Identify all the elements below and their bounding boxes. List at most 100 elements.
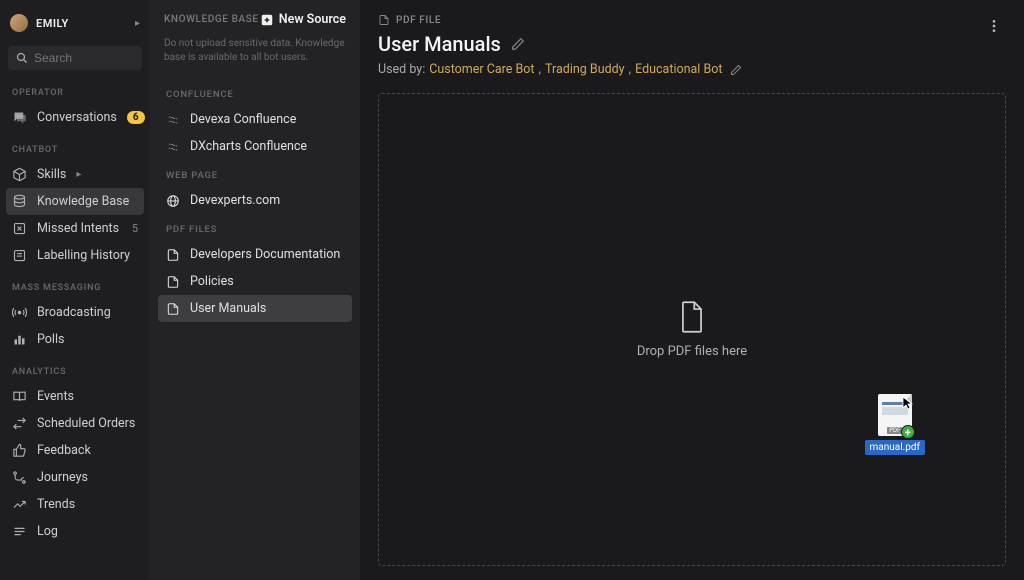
- nav-label: Knowledge Base: [37, 194, 129, 209]
- kb-item-label: Policies: [190, 274, 234, 289]
- dragged-file: PDF + manual.pdf: [865, 394, 925, 455]
- swap-icon: [12, 416, 27, 431]
- new-source-label: New Source: [279, 12, 346, 27]
- edit-icon[interactable]: [511, 37, 525, 51]
- add-overlay-icon: +: [901, 425, 915, 439]
- used-by-row: Used by: Customer Care Bot, Trading Budd…: [378, 62, 982, 77]
- new-source-button[interactable]: New Source: [260, 12, 346, 27]
- nav-label: Trends: [37, 497, 75, 512]
- kb-item-confluence[interactable]: Devexa Confluence: [158, 106, 352, 133]
- nav-broadcasting[interactable]: Broadcasting: [0, 299, 150, 326]
- used-by-link[interactable]: Trading Buddy: [545, 62, 625, 77]
- confluence-icon: [166, 113, 180, 127]
- kb-item-label: Developers Documentation: [190, 247, 340, 262]
- bar-chart-icon: [12, 332, 27, 347]
- nav-scheduled-orders[interactable]: Scheduled Orders: [0, 410, 150, 437]
- chevron-right-icon: ▸: [76, 169, 81, 180]
- used-by-link[interactable]: Customer Care Bot: [429, 62, 534, 77]
- edit-icon[interactable]: [730, 64, 742, 76]
- pdf-icon: [166, 302, 180, 316]
- kb-item-pdf[interactable]: Policies: [158, 268, 352, 295]
- main-content: PDF FILE User Manuals Used by: Customer …: [360, 0, 1024, 580]
- nav-trends[interactable]: Trends: [0, 491, 150, 518]
- more-menu-button[interactable]: [982, 14, 1006, 38]
- trend-icon: [12, 497, 27, 512]
- kb-item-pdf[interactable]: User Manuals: [158, 295, 352, 322]
- nav-log[interactable]: Log: [0, 518, 150, 545]
- history-icon: [12, 248, 27, 263]
- section-chatbot: CHATBOT: [0, 131, 150, 161]
- nav-label: Polls: [37, 332, 64, 347]
- section-analytics: ANALYTICS: [0, 353, 150, 383]
- count: 5: [132, 222, 138, 235]
- avatar: [10, 14, 28, 32]
- pdf-icon: [378, 14, 390, 26]
- nav-labelling-history[interactable]: Labelling History: [0, 242, 150, 269]
- nav-skills[interactable]: Skills ▸: [0, 161, 150, 188]
- pdf-icon: [166, 275, 180, 289]
- globe-icon: [166, 194, 180, 208]
- search-input[interactable]: [34, 51, 134, 65]
- breadcrumb-text: PDF FILE: [396, 15, 441, 26]
- kb-section-pdf: PDF FILES: [158, 214, 352, 241]
- used-by-link[interactable]: Educational Bot: [635, 62, 722, 77]
- nav-knowledge-base[interactable]: Knowledge Base: [6, 188, 144, 215]
- cursor-icon: [902, 396, 914, 410]
- nav-polls[interactable]: Polls: [0, 326, 150, 353]
- nav-conversations[interactable]: Conversations 6: [0, 104, 150, 131]
- file-icon: [678, 300, 706, 334]
- kb-item-confluence[interactable]: DXcharts Confluence: [158, 133, 352, 160]
- plus-square-icon: [260, 13, 274, 27]
- kb-item-label: Devexperts.com: [190, 193, 280, 208]
- user-name: EMILY: [36, 17, 127, 30]
- nav-label: Missed Intents: [37, 221, 119, 236]
- file-name-label: manual.pdf: [865, 440, 925, 455]
- thumb-icon: [12, 443, 27, 458]
- database-icon: [12, 194, 27, 209]
- search-icon: [16, 52, 28, 64]
- nav-label: Broadcasting: [37, 305, 111, 320]
- kb-item-label: DXcharts Confluence: [190, 139, 307, 154]
- book-icon: [12, 389, 27, 404]
- nav-label: Labelling History: [37, 248, 130, 263]
- nav-label: Feedback: [37, 443, 91, 458]
- kb-title: KNOWLEDGE BASE: [164, 14, 259, 25]
- kb-section-confluence: CONFLUENCE: [158, 79, 352, 106]
- kb-item-label: Devexa Confluence: [190, 112, 296, 127]
- breadcrumb: PDF FILE: [378, 14, 982, 26]
- used-by-label: Used by:: [378, 62, 425, 77]
- badge: 6: [127, 111, 145, 124]
- nav-missed-intents[interactable]: Missed Intents 5: [0, 215, 150, 242]
- kb-item-webpage[interactable]: Devexperts.com: [158, 187, 352, 214]
- kb-section-webpage: WEB PAGE: [158, 160, 352, 187]
- file-thumbnail: PDF +: [878, 394, 912, 436]
- nav-feedback[interactable]: Feedback: [0, 437, 150, 464]
- nav-events[interactable]: Events: [0, 383, 150, 410]
- kb-item-label: User Manuals: [190, 301, 266, 316]
- knowledge-base-panel: KNOWLEDGE BASE New Source Do not upload …: [150, 0, 360, 580]
- drop-text: Drop PDF files here: [637, 344, 747, 359]
- section-operator: OPERATOR: [0, 74, 150, 104]
- cube-icon: [12, 167, 27, 182]
- route-icon: [12, 470, 27, 485]
- nav-label: Events: [37, 389, 74, 404]
- nav-label: Log: [37, 524, 58, 539]
- pdf-icon: [166, 248, 180, 262]
- drop-zone[interactable]: Drop PDF files here PDF + manual.pdf: [378, 93, 1006, 566]
- nav-journeys[interactable]: Journeys: [0, 464, 150, 491]
- broadcast-icon: [12, 305, 27, 320]
- conversations-icon: [12, 110, 27, 125]
- nav-label: Scheduled Orders: [37, 416, 135, 431]
- primary-sidebar: EMILY ▸ OPERATOR Conversations 6 CHATBOT…: [0, 0, 150, 580]
- nav-label: Conversations: [37, 110, 117, 125]
- kb-item-pdf[interactable]: Developers Documentation: [158, 241, 352, 268]
- confluence-icon: [166, 140, 180, 154]
- nav-label: Skills: [37, 167, 66, 182]
- search-input-wrap[interactable]: [8, 46, 142, 70]
- list-icon: [12, 524, 27, 539]
- nav-label: Journeys: [37, 470, 88, 485]
- user-menu[interactable]: EMILY ▸: [0, 8, 150, 38]
- section-mass-messaging: MASS MESSAGING: [0, 269, 150, 299]
- page-title: User Manuals: [378, 32, 501, 56]
- kb-note: Do not upload sensitive data. Knowledge …: [158, 37, 352, 79]
